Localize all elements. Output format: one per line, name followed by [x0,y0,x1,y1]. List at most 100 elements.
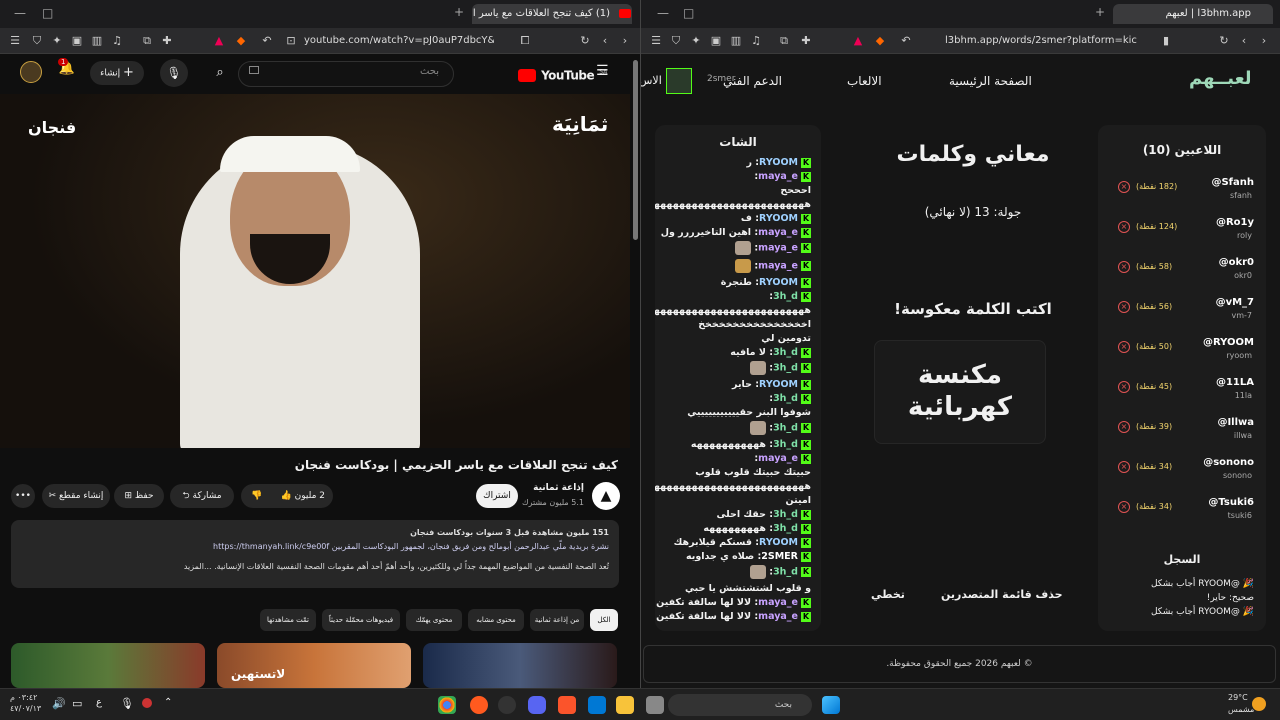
remove-player-icon[interactable]: × [1118,381,1130,393]
desc-link-line[interactable]: نشرة بريدية ملّي عبدالرحمن أبومالح ومن ف… [21,540,609,554]
weather-widget[interactable]: 29°C مشمس [1228,692,1254,716]
aurora-icon[interactable]: ▲ [212,34,226,48]
puzzle-icon-right[interactable]: ✦ [689,34,703,48]
like-dislike-button[interactable]: 👎 2 مليون 👍 [241,484,333,508]
chat-username[interactable]: RYOOM [759,537,798,548]
clock[interactable]: ٠٣:٤٢ م ٤٧/٠٧/١٣ [10,692,41,714]
extensions-icon[interactable]: ✚ [160,34,174,48]
window-divider[interactable] [640,0,641,688]
back-icon-right[interactable]: ‹ [1237,34,1251,48]
video-description[interactable]: 151 مليون مشاهدة قبل 3 سنوات بودكاست فنج… [11,520,619,588]
maximize-button-right[interactable]: □ [683,6,694,20]
chat-username[interactable]: 3h_d [773,439,798,450]
maximize-button[interactable]: □ [42,6,53,20]
remove-player-icon[interactable]: × [1118,461,1130,473]
music-icon[interactable]: ♫ [110,34,124,48]
reload-icon[interactable]: ↶ [260,34,274,48]
chat-username[interactable]: 3h_d [773,363,798,374]
tab-l3bhm[interactable]: لعبهم | l3bhm.app [1113,4,1273,24]
create-button[interactable]: + إنشاء [90,61,144,85]
tray-chevron-icon[interactable]: ⌃ [164,697,172,708]
chip-related[interactable]: محتوى مشابه [468,609,524,631]
chrome-icon[interactable] [438,696,456,714]
forward-icon-right[interactable]: › [1257,34,1271,48]
remove-player-icon[interactable]: × [1118,181,1130,193]
remove-player-icon[interactable]: × [1118,261,1130,273]
puzzle-icon[interactable]: ✦ [50,34,64,48]
chat-username[interactable]: maya_e [758,453,798,464]
url-text[interactable]: youtube.com/watch?v=pJ0auP7dbcY&t=8... [304,33,494,49]
firefox-icon[interactable] [470,696,488,714]
chip-watched[interactable]: تمّت مشاهدتها [260,609,316,631]
bookmark-icon-right[interactable]: ▮ [1159,34,1173,48]
share-button[interactable]: مشاركة ⮌ [170,484,234,508]
aurora-icon-right[interactable]: ▲ [851,34,865,48]
sidebar-icon-right[interactable]: ▥ [729,34,743,48]
network-icon[interactable]: ▭ [72,697,82,710]
remove-player-icon[interactable]: × [1118,341,1130,353]
chat-username[interactable]: 2SMER [761,551,798,562]
chip-for-you[interactable]: محتوى يهمّك [406,609,462,631]
thumbnail-1[interactable] [11,643,205,688]
back-icon[interactable]: ‹ [598,34,612,48]
chat-username[interactable]: RYOOM [759,379,798,390]
save-button[interactable]: حفظ ⊞ [114,484,164,508]
site-logo[interactable]: لعبــهم [1189,68,1252,89]
chat-username[interactable]: RYOOM [759,277,798,288]
user-avatar[interactable] [666,68,692,94]
channel-avatar[interactable]: ▲ [592,482,620,510]
screenshot-icon-right[interactable]: ⧉ [777,34,791,48]
extensions-icon-right[interactable]: ✚ [799,34,813,48]
remove-player-icon[interactable]: × [1118,421,1130,433]
chat-username[interactable]: 3h_d [773,347,798,358]
like-count[interactable]: 2 مليون 👍 [281,484,325,508]
obs-icon[interactable] [498,696,516,714]
windows-start-icon[interactable] [822,696,840,714]
keyboard-icon[interactable] [249,66,259,74]
scrollbar[interactable] [633,60,638,240]
chat-username[interactable]: RYOOM [759,157,798,168]
nav-cut-text[interactable]: الاس [641,74,662,87]
url-text-right[interactable]: l3bhm.app/words/2smer?platform=kick [945,33,1137,49]
remove-player-icon[interactable]: × [1118,301,1130,313]
minimize-button[interactable]: — [14,6,26,20]
skip-button[interactable]: تخطي [871,588,905,601]
discord-icon[interactable] [528,696,546,714]
wallet-icon[interactable]: ▣ [70,34,84,48]
clear-leaderboard-button[interactable]: حذف قائمة المتصدرين [941,588,1063,601]
refresh-icon-right[interactable]: ↻ [1217,34,1231,48]
taskbar-search[interactable]: بحث [668,694,812,716]
microphone-icon[interactable]: 🎙 [160,59,188,87]
screenshot-icon[interactable]: ⧉ [140,34,154,48]
refresh-icon[interactable]: ↻ [578,34,592,48]
recording-icon[interactable] [142,698,152,708]
brave-icon[interactable] [558,696,576,714]
remove-player-icon[interactable]: × [1118,221,1130,233]
chip-recent[interactable]: فيديوهات محمّلة حديثاً [322,609,400,631]
file-explorer-icon[interactable] [616,696,634,714]
chat-username[interactable]: 3h_d [773,393,798,404]
language-indicator[interactable]: ع [96,697,102,708]
volume-icon[interactable]: 🔊 [52,697,66,710]
new-tab-icon[interactable]: + [454,5,464,19]
chat-username[interactable]: maya_e [758,243,798,254]
dislike-icon[interactable]: 👎 [251,484,262,508]
nav-home[interactable]: الصفحة الرئيسية [949,74,1032,88]
more-options-button[interactable]: ••• [11,484,35,508]
sidebar-icon[interactable]: ▥ [90,34,104,48]
forward-icon[interactable]: › [618,34,632,48]
shield-icon[interactable]: ⛉ [30,34,44,48]
chat-username[interactable]: 3h_d [773,567,798,578]
chat-username[interactable]: 3h_d [773,523,798,534]
new-tab-icon-right[interactable]: + [1095,5,1105,19]
wallet-icon-right[interactable]: ▣ [709,34,723,48]
channel-name[interactable]: إذاعة ثمانية [533,483,584,493]
video-player[interactable]: فنجان ثمَانِيَة [0,94,630,448]
chat-username[interactable]: 3h_d [773,509,798,520]
chat-username[interactable]: maya_e [758,227,798,238]
minimize-button-right[interactable]: — [657,6,669,20]
chat-username[interactable]: maya_e [758,597,798,608]
music-icon-right[interactable]: ♫ [749,34,763,48]
chip-channel[interactable]: من إذاعة ثمانية [530,609,584,631]
tab-youtube[interactable]: (1) كيف تنجح العلاقات مع ياسر ا [472,4,632,24]
